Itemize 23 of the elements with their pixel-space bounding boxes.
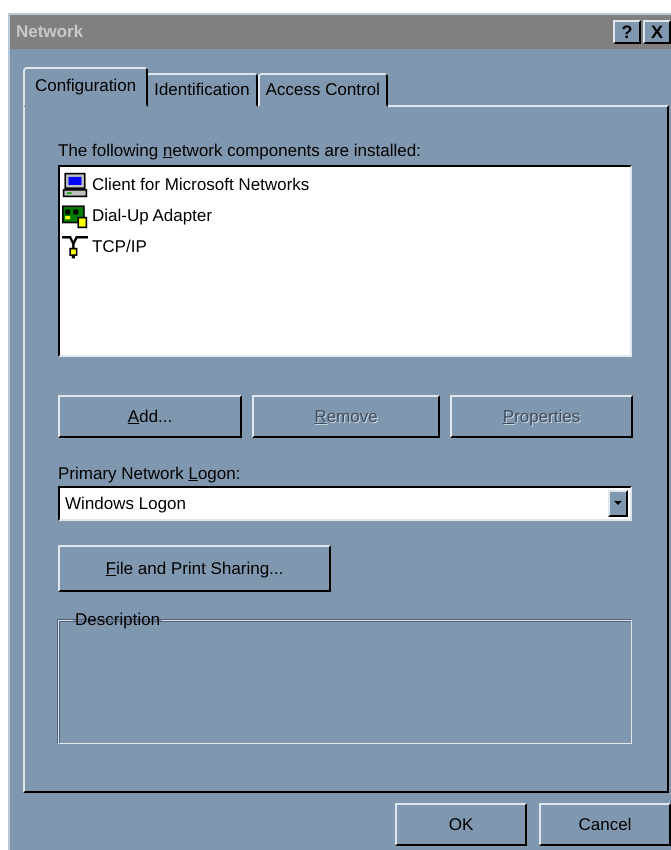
components-label: The following network components are installed:	[58, 141, 421, 161]
sharing-button[interactable]: File and Print Sharing...	[58, 545, 331, 592]
cable-connector-icon	[62, 234, 88, 260]
cancel-button[interactable]: Cancel	[539, 803, 671, 846]
tab[interactable]: Identification	[146, 73, 258, 107]
help-button[interactable]: ?	[613, 20, 641, 44]
ok-button[interactable]: OK	[395, 803, 527, 846]
tab[interactable]: Configuration	[23, 67, 148, 107]
list-item[interactable]: TCP/IP	[62, 231, 630, 262]
dropdown-arrow-button[interactable]	[608, 490, 628, 517]
group-title: Description	[74, 610, 162, 630]
list-item[interactable]: Client for Microsoft Networks	[62, 169, 630, 200]
close-button[interactable]: X	[643, 20, 671, 44]
logon-dropdown[interactable]: Windows Logon	[58, 486, 632, 521]
logon-label: Primary Network Logon:	[58, 464, 240, 484]
tab[interactable]: Access Control	[258, 73, 388, 107]
computer-icon	[62, 172, 88, 198]
list-item[interactable]: Dial-Up Adapter	[62, 200, 630, 231]
down-arrow-icon	[614, 501, 622, 506]
network-card-icon	[62, 202, 88, 228]
window-title: Network	[16, 22, 84, 42]
action-button[interactable]: Add...	[58, 395, 242, 438]
components-list[interactable]: Client for Microsoft Networks Dial-Up Adapter TCP/IP	[58, 165, 632, 357]
